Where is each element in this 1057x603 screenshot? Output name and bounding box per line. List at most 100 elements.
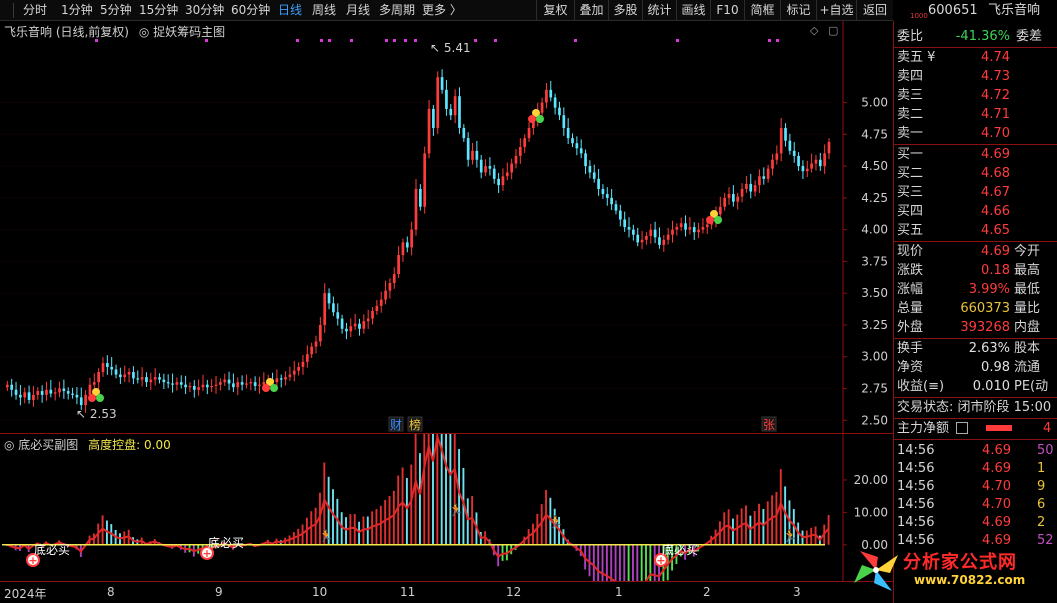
- sub-y-tick-label: 20.00: [854, 473, 888, 487]
- candle-body: [632, 229, 635, 235]
- tab-timeframe-multi[interactable]: 多周期: [379, 0, 415, 21]
- candle-body: [692, 227, 696, 233]
- multi-stock-button[interactable]: 多股: [608, 0, 642, 21]
- simple-frame-button[interactable]: 简框: [744, 0, 780, 21]
- candle-body: [249, 382, 253, 384]
- bid-row[interactable]: 买四 4.66: [894, 202, 1057, 221]
- candle-body: [371, 310, 374, 319]
- mark-button[interactable]: 标记: [780, 0, 816, 21]
- indicator-toggle[interactable]: ◎ 捉妖筹码主图: [139, 25, 225, 39]
- draw-line-button[interactable]: 画线: [676, 0, 710, 21]
- candle-body: [658, 237, 661, 245]
- tab-timeframe-1min[interactable]: 1分钟: [61, 0, 93, 21]
- candle-body: [671, 229, 674, 235]
- main-flow-value: 4: [1043, 421, 1052, 436]
- ask-row[interactable]: 卖二 4.71: [894, 105, 1057, 124]
- bid-row[interactable]: 买三 4.67: [894, 183, 1057, 202]
- y-tick-label: 2.50: [861, 413, 888, 427]
- candle-body: [805, 168, 809, 172]
- tab-timeframe-more[interactable]: 更多 〉: [422, 0, 462, 21]
- candle-body: [223, 379, 227, 383]
- candle-body: [232, 383, 235, 388]
- pinwheel-hub: [873, 567, 879, 573]
- ask-row[interactable]: 卖一 4.70: [894, 124, 1057, 143]
- tick-row: 14:56 4.69 1: [894, 460, 1057, 478]
- stock-header: 1000 600651 飞乐音响: [893, 0, 1057, 21]
- sub-chart-name[interactable]: ◎ 底必买副图: [4, 438, 78, 452]
- candle-body: [649, 229, 653, 236]
- ask-price: 4.70: [981, 126, 1010, 141]
- tab-timeframe-weekly[interactable]: 周线: [312, 0, 336, 21]
- ask-row[interactable]: 卖五 ¥ 4.74: [894, 48, 1057, 67]
- candle-body: [240, 382, 244, 385]
- oscillator-bar: [392, 490, 395, 545]
- candle-body: [366, 318, 370, 322]
- bid-row[interactable]: 买一 4.69: [894, 145, 1057, 164]
- oscillator-bar: [405, 478, 408, 545]
- candle-body: [505, 172, 509, 177]
- stats-button[interactable]: 统计: [642, 0, 676, 21]
- candle-body: [732, 194, 735, 202]
- ask-row[interactable]: 卖三 4.72: [894, 86, 1057, 105]
- chip-ball: [706, 216, 714, 224]
- chip-ball: [714, 216, 722, 224]
- tab-timeframe-30min[interactable]: 30分钟: [185, 0, 224, 21]
- candle-body: [475, 150, 479, 160]
- f10-button[interactable]: F10: [710, 0, 744, 21]
- sub-indicator-chart[interactable]: 20.00 10.00 0.00 + 底必买 + 底必买 + 底必买 🏃 🏃 🏃 🏃 ◎ 底必买副图 高…: [0, 433, 893, 581]
- overlay-button[interactable]: 叠加: [574, 0, 608, 21]
- candle-body: [197, 387, 200, 390]
- candle-body: [705, 224, 709, 228]
- window-icon[interactable]: ▢: [828, 24, 838, 37]
- fuquan-button[interactable]: 复权: [536, 0, 574, 21]
- stat-label-2: 最高: [1014, 263, 1041, 278]
- bid-row[interactable]: 买二 4.68: [894, 164, 1057, 183]
- bid-label: 买四: [897, 204, 924, 219]
- candle-body: [462, 127, 466, 139]
- ask-row[interactable]: 卖四 4.73: [894, 67, 1057, 86]
- bid-label: 买二: [897, 166, 924, 181]
- bid-row[interactable]: 买五 4.65: [894, 221, 1057, 240]
- trade-status-row: 交易状态: 闭市阶段 15:00: [894, 398, 1057, 417]
- candle-body: [471, 150, 474, 160]
- oscillator-bar: [623, 544, 626, 581]
- candle-body: [27, 392, 31, 400]
- candle-body: [162, 379, 166, 383]
- back-button[interactable]: 返回: [856, 0, 893, 21]
- tab-timeframe-monthly[interactable]: 月线: [346, 0, 370, 21]
- ask-price: 4.74: [981, 50, 1010, 65]
- candle-body: [662, 239, 666, 245]
- oscillator-bar: [597, 544, 600, 581]
- candle-body: [727, 194, 731, 198]
- candle-body: [297, 366, 300, 371]
- tab-timeframe-15min[interactable]: 15分钟: [139, 0, 178, 21]
- main-flow-bar: [986, 425, 1012, 431]
- candle-body: [292, 370, 296, 375]
- menu-icon[interactable]: [956, 422, 968, 434]
- tab-timeframe-daily[interactable]: 日线: [278, 0, 302, 21]
- candle-body: [823, 153, 827, 167]
- order-ratio-row: 委比 -41.36% 委差: [894, 27, 1057, 46]
- candle-body: [453, 96, 457, 116]
- indicator-name: 捉妖筹码主图: [153, 25, 226, 39]
- tick-price: 4.69: [982, 461, 1011, 476]
- candle-body: [405, 242, 409, 248]
- tick-row: 14:56 4.70 6: [894, 496, 1057, 514]
- oscillator-bar: [449, 434, 452, 545]
- oscillator-bar: [419, 453, 421, 545]
- signal-line: [6, 436, 830, 581]
- diamond-icon[interactable]: ◇: [810, 24, 818, 37]
- candle-body: [640, 239, 644, 243]
- candle-body: [436, 77, 440, 128]
- candle-body: [584, 153, 587, 167]
- tab-timeframe-60min[interactable]: 60分钟: [231, 0, 270, 21]
- candle-body: [214, 384, 218, 386]
- candle-body: [571, 138, 574, 144]
- candlestick-chart[interactable]: 5.00 4.75 4.50 4.25 4.00 3.75 3.50 3.25 3.00 2.75…: [0, 21, 893, 433]
- candle-body: [701, 227, 705, 230]
- add-watchlist-button[interactable]: +自选: [816, 0, 856, 21]
- main-flow-row[interactable]: 主力净额 4: [894, 419, 1057, 438]
- candle-body: [814, 159, 818, 164]
- tab-timeframe-5min[interactable]: 5分钟: [100, 0, 132, 21]
- tab-timeframe-fenshi[interactable]: 分时: [23, 0, 47, 21]
